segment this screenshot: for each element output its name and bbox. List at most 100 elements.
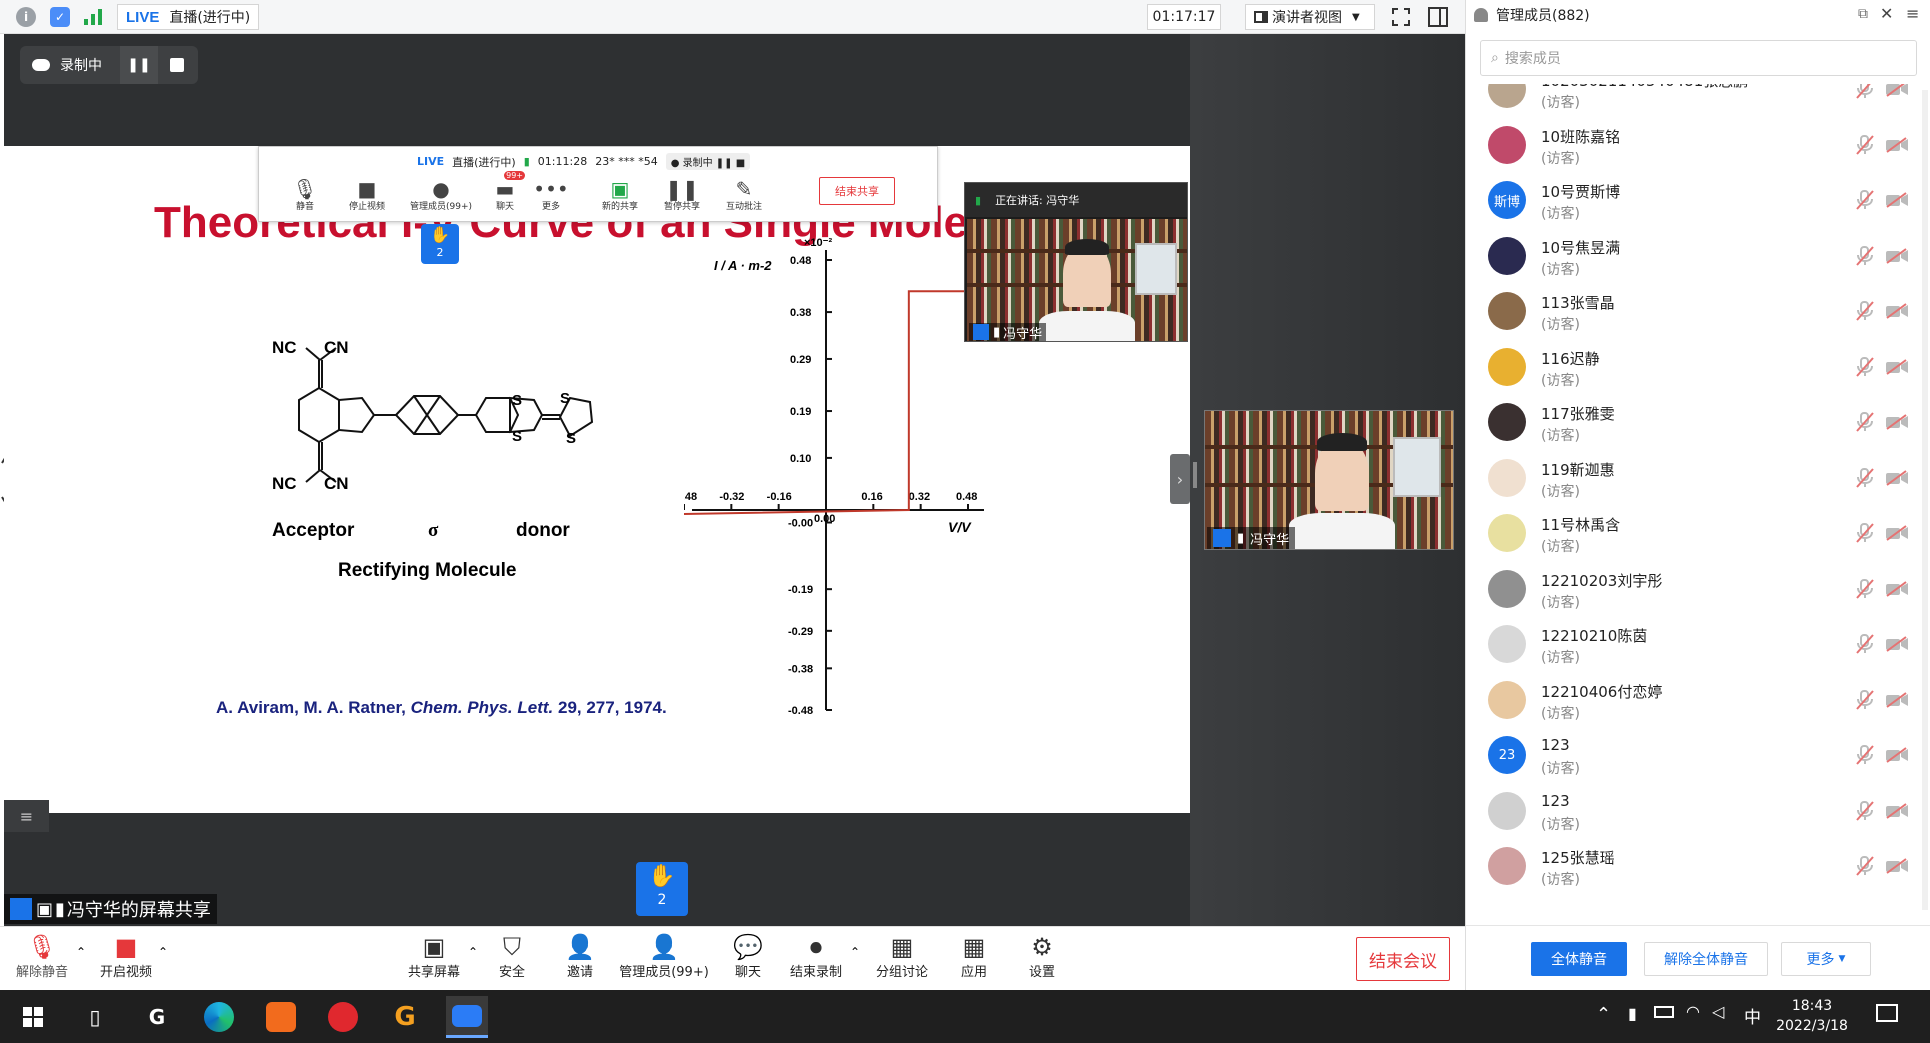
settings-button[interactable]: ⚙ 设置 — [1022, 931, 1062, 980]
mic-off-icon[interactable] — [1856, 134, 1874, 155]
member-row[interactable]: 123 (访客) — [1466, 784, 1930, 839]
record-options-chevron-icon[interactable]: ⌃ — [850, 945, 860, 959]
pause-recording-button[interactable]: ❚❚ — [120, 46, 158, 84]
breakout-button[interactable]: ▦ 分组讨论 — [870, 931, 934, 980]
tray-mic-icon[interactable]: ▮ — [1628, 1004, 1637, 1023]
start-video-button[interactable]: ■ 开启视频 — [94, 931, 158, 980]
camera-off-icon[interactable] — [1886, 802, 1908, 819]
audio-options-chevron-icon[interactable]: ⌃ — [76, 945, 86, 959]
app-g-icon[interactable]: G — [136, 996, 178, 1038]
menu-icon[interactable]: ≡ — [1906, 4, 1919, 23]
participant-video[interactable]: ▮ 冯守华 — [1204, 410, 1454, 550]
edge-browser-icon[interactable] — [198, 996, 240, 1038]
member-list-scrollbar[interactable] — [1922, 90, 1928, 910]
share-more-button[interactable]: ••• 更多 — [531, 177, 571, 212]
clock[interactable]: 18:43 2022/3/18 — [1772, 996, 1852, 1036]
member-row[interactable]: 斯博 10号贾斯博 (访客) — [1466, 173, 1930, 228]
mic-off-icon[interactable] — [1856, 245, 1874, 266]
task-view-icon[interactable]: ▯ — [74, 996, 116, 1038]
member-search-input[interactable]: ⌕ 搜索成员 — [1480, 40, 1917, 76]
mic-off-icon[interactable] — [1856, 84, 1874, 99]
windows-start-icon[interactable] — [12, 996, 54, 1038]
mic-off-icon[interactable] — [1856, 689, 1874, 710]
tray-chevron-up-icon[interactable]: ⌃ — [1596, 1004, 1611, 1025]
security-button[interactable]: ⛉ 安全 — [490, 931, 534, 980]
manage-members-button[interactable]: 👤 管理成员(99+) — [616, 931, 712, 980]
close-icon[interactable]: ✕ — [1880, 4, 1893, 23]
camera-off-icon[interactable] — [1886, 136, 1908, 153]
member-row[interactable]: 113张雪晶 (访客) — [1466, 284, 1930, 339]
camera-off-icon[interactable] — [1886, 858, 1908, 874]
invite-button[interactable]: 👤 邀请 — [558, 931, 602, 980]
tencent-meeting-icon[interactable] — [446, 996, 488, 1038]
video-options-chevron-icon[interactable]: ⌃ — [158, 945, 168, 959]
mic-off-icon[interactable] — [1856, 301, 1874, 321]
mic-off-icon[interactable] — [1856, 634, 1874, 654]
live-status[interactable]: LIVE 直播(进行中) — [117, 4, 260, 30]
chat-button[interactable]: 💬 聊天 — [728, 931, 768, 980]
mic-off-icon[interactable] — [1856, 523, 1874, 543]
mic-off-icon[interactable] — [1856, 412, 1874, 432]
speaker-video[interactable]: ▮ 正在讲话: 冯守华 ▮ 冯守华 — [964, 182, 1188, 342]
share-chat-button[interactable]: ▬ 99+ 聊天 — [485, 171, 525, 212]
member-row[interactable]: 11号林禹含 (访客) — [1466, 506, 1930, 561]
share-new-share-button[interactable]: ▣ 新的共享 — [595, 177, 645, 212]
raised-hand-badge[interactable]: ✋ 2 — [636, 862, 688, 916]
mic-off-icon[interactable] — [1856, 356, 1874, 377]
member-row[interactable]: 12210203刘宇彤 (访客) — [1466, 562, 1930, 617]
share-stop-video-button[interactable]: ■ 停止视频 — [337, 177, 397, 212]
speaker-icon[interactable]: ◁ — [1712, 1002, 1724, 1021]
camera-off-icon[interactable] — [1886, 747, 1908, 763]
splitter-handle[interactable] — [1193, 462, 1197, 488]
camera-off-icon[interactable] — [1886, 636, 1908, 652]
mic-off-icon[interactable] — [1856, 800, 1874, 821]
share-pause-button[interactable]: ❚❚ 暂停共享 — [657, 177, 707, 212]
mic-off-icon[interactable] — [1856, 190, 1874, 210]
signal-icon[interactable] — [84, 9, 102, 25]
share-manage-members-button[interactable]: ● 管理成员(99+) — [401, 177, 481, 212]
raised-hand-badge-top[interactable]: ✋ 2 — [421, 224, 459, 264]
camera-off-icon[interactable] — [1886, 691, 1908, 708]
netease-music-icon[interactable] — [322, 996, 364, 1038]
member-row[interactable]: 12210210陈茵 (访客) — [1466, 617, 1930, 672]
view-mode-dropdown[interactable]: 演讲者视图 ▼ — [1245, 4, 1375, 30]
wifi-icon[interactable]: ◠ — [1686, 1002, 1700, 1021]
camera-off-icon[interactable] — [1886, 247, 1908, 264]
mic-off-icon[interactable] — [1856, 856, 1874, 876]
share-screen-button[interactable]: ▣ 共享屏幕 — [404, 931, 464, 980]
sidebar-toggle-icon[interactable] — [1428, 7, 1448, 27]
camera-off-icon[interactable] — [1886, 303, 1908, 319]
member-row[interactable]: 10203021140540481张志鹏 (访客) — [1466, 84, 1930, 117]
app-c-icon[interactable]: G — [384, 996, 426, 1038]
list-icon[interactable]: ≡ — [4, 800, 49, 832]
camera-off-icon[interactable] — [1886, 192, 1908, 208]
member-row[interactable]: 116迟静 (访客) — [1466, 340, 1930, 395]
member-row[interactable]: 117张雅雯 (访客) — [1466, 395, 1930, 450]
camera-off-icon[interactable] — [1886, 358, 1908, 375]
unmute-all-button[interactable]: 解除全体静音 — [1644, 942, 1768, 976]
mute-all-button[interactable]: 全体静音 — [1531, 942, 1627, 976]
gallery-toggle-chevron-icon[interactable]: › — [1170, 454, 1190, 504]
more-options-button[interactable]: 更多 ▼ — [1781, 942, 1871, 976]
popout-icon[interactable]: ⧉ — [1858, 6, 1868, 22]
camera-off-icon[interactable] — [1886, 84, 1908, 97]
ime-indicator[interactable]: 中 — [1744, 1003, 1761, 1028]
apps-button[interactable]: ▦ 应用 — [954, 931, 994, 980]
end-meeting-button[interactable]: 结束会议 — [1356, 937, 1450, 981]
member-row[interactable]: 23 123 (访客) — [1466, 728, 1930, 783]
mic-off-icon[interactable] — [1856, 467, 1874, 488]
shield-icon[interactable]: ✓ — [50, 7, 70, 27]
mic-off-icon[interactable] — [1856, 745, 1874, 765]
member-row[interactable]: 10号焦昱满 (访客) — [1466, 229, 1930, 284]
info-icon[interactable]: i — [16, 7, 36, 27]
app-orange-icon[interactable] — [260, 996, 302, 1038]
share-options-chevron-icon[interactable]: ⌃ — [468, 945, 478, 959]
camera-off-icon[interactable] — [1886, 414, 1908, 430]
member-row[interactable]: 125张慧瑶 (访客) — [1466, 839, 1930, 894]
unmute-button[interactable]: 🎙 解除静音 — [10, 931, 74, 980]
camera-off-icon[interactable] — [1886, 525, 1908, 541]
battery-icon[interactable] — [1654, 1006, 1674, 1018]
share-annotate-button[interactable]: ✎ 互动批注 — [719, 177, 769, 212]
camera-off-icon[interactable] — [1886, 469, 1908, 486]
member-row[interactable]: 119靳迦惠 (访客) — [1466, 451, 1930, 506]
